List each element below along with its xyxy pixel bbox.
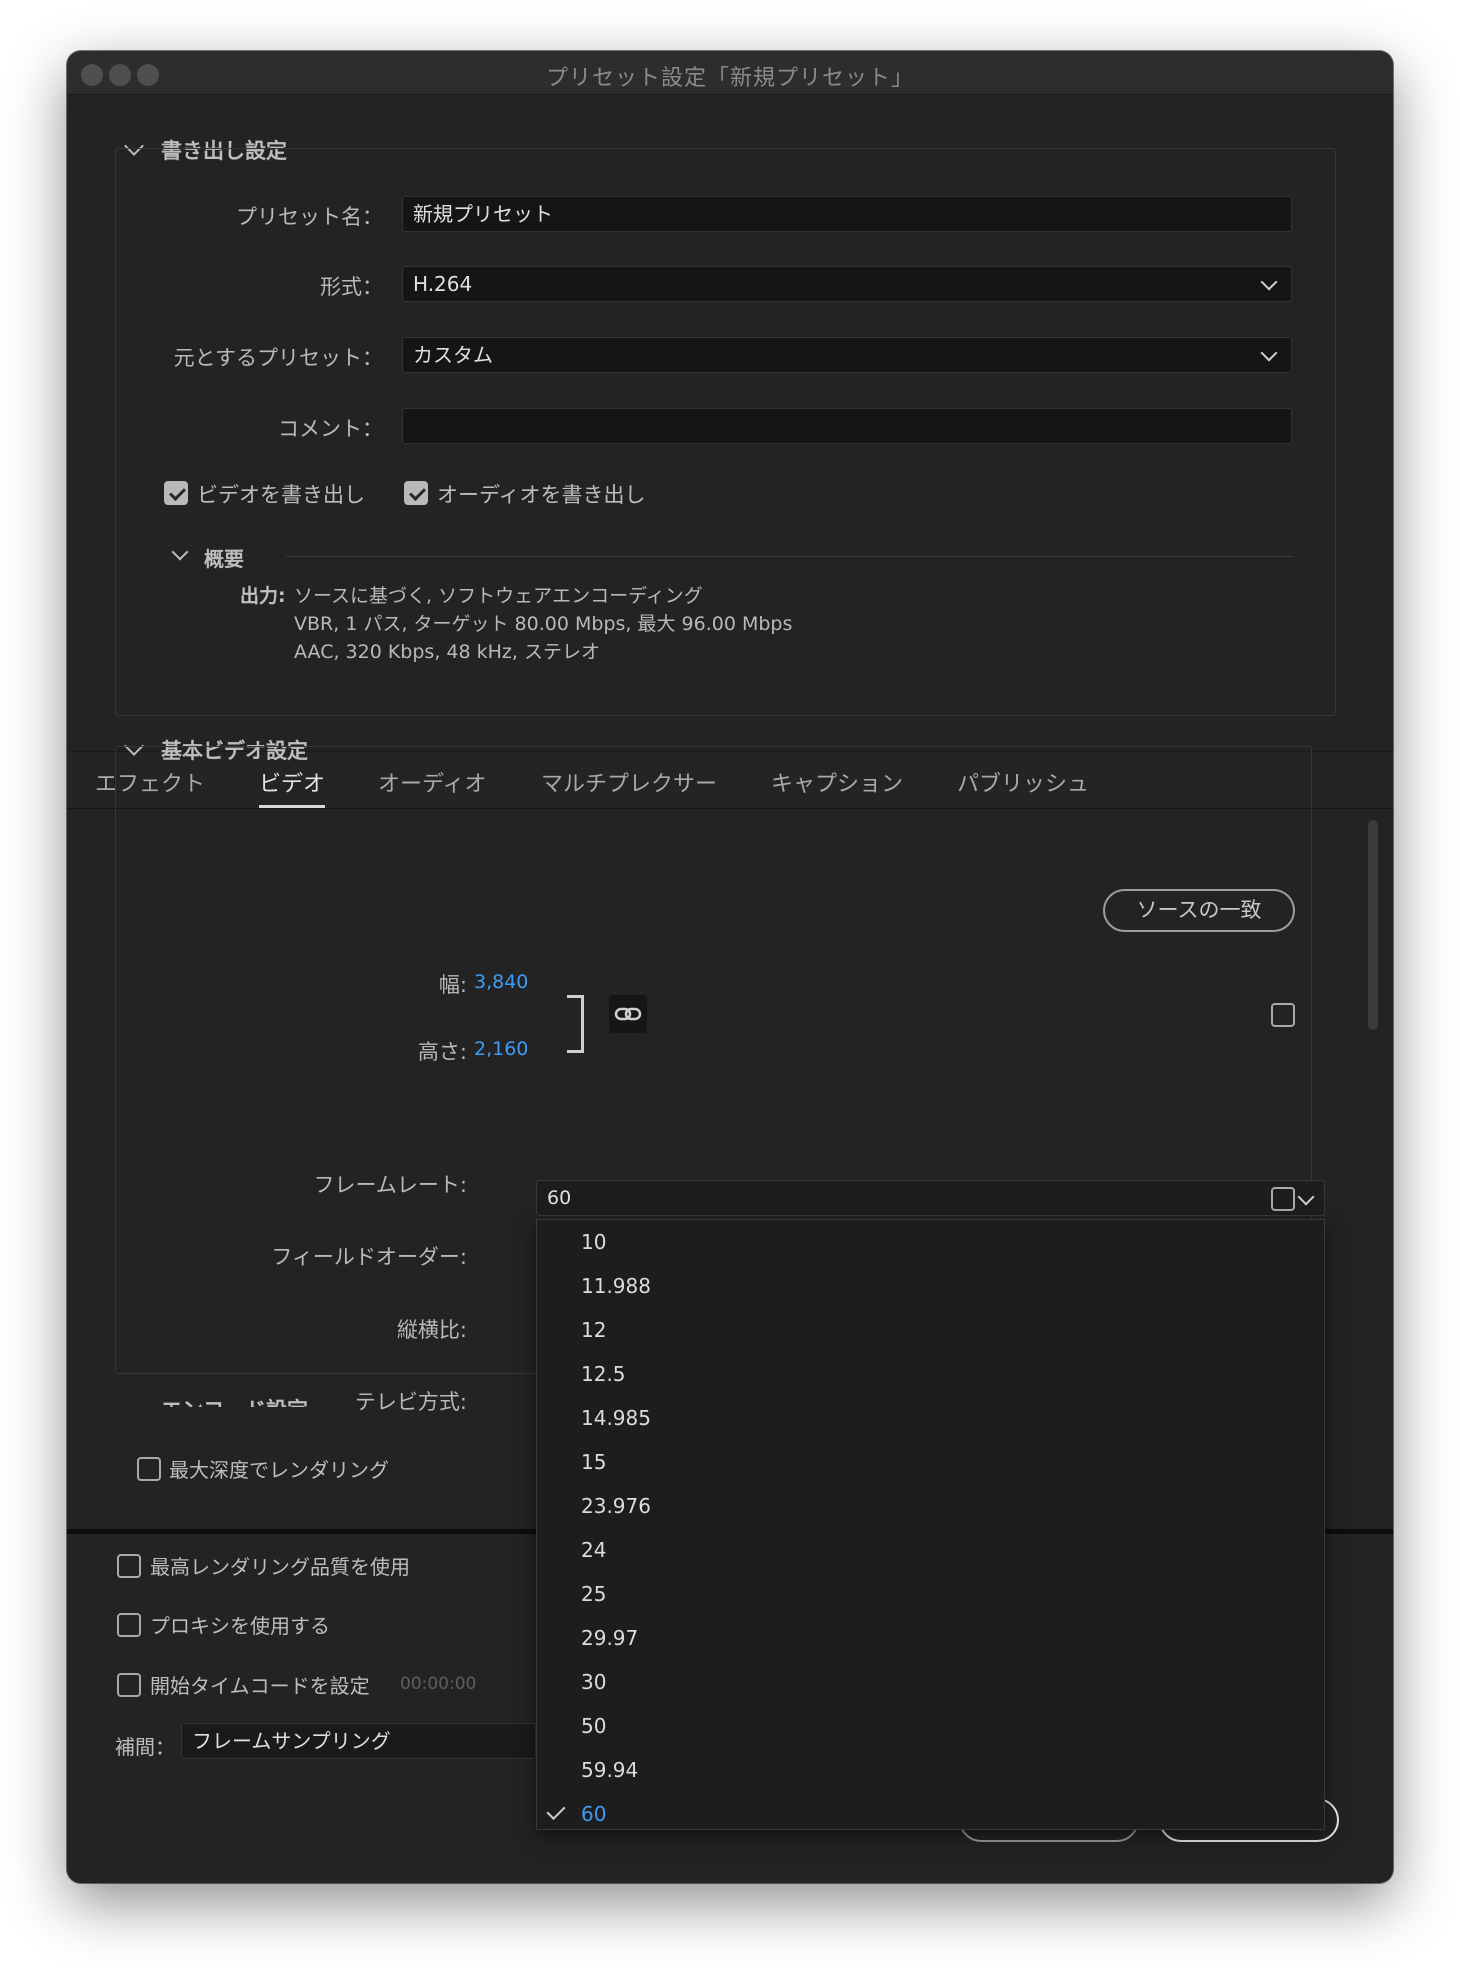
use-proxy-checkbox[interactable] bbox=[117, 1613, 141, 1637]
timecode-value[interactable]: 00:00:00 bbox=[400, 1674, 476, 1694]
divider bbox=[286, 556, 1294, 557]
menu-item[interactable]: 12.5 bbox=[581, 1362, 626, 1386]
menu-item-selected[interactable]: 60 bbox=[581, 1802, 606, 1826]
interpolation-label: 補間： bbox=[115, 1735, 175, 1759]
menu-item[interactable]: 14.985 bbox=[581, 1406, 651, 1430]
width-label: 幅: bbox=[438, 973, 467, 997]
set-timecode-checkbox[interactable] bbox=[117, 1673, 141, 1697]
frame-rate-dropdown-menu: 10 11.988 12 12.5 14.985 15 23.976 24 25… bbox=[536, 1219, 1325, 1830]
chevron-down-icon bbox=[171, 543, 189, 561]
scrollbar-thumb[interactable] bbox=[1368, 820, 1378, 1030]
preset-name-input[interactable]: 新規プリセット bbox=[402, 196, 1292, 232]
frame-rate-select-value: 60 bbox=[547, 1187, 572, 1209]
preset-settings-window: プリセット設定「新規プリセット」 書き出し設定 プリセット名： 新規プリセット … bbox=[67, 51, 1393, 1883]
menu-item[interactable]: 50 bbox=[581, 1714, 606, 1738]
format-label: 形式： bbox=[320, 275, 383, 299]
summary-line: VBR, 1 パス, ターゲット 80.00 Mbps, 最大 96.00 Mb… bbox=[294, 613, 793, 635]
menu-item[interactable]: 11.988 bbox=[581, 1274, 651, 1298]
menu-item[interactable]: 29.97 bbox=[581, 1626, 638, 1650]
menu-item[interactable]: 10 bbox=[581, 1230, 606, 1254]
render-max-depth-label: 最大深度でレンダリング bbox=[169, 1458, 389, 1482]
render-max-depth-checkbox[interactable] bbox=[137, 1457, 161, 1481]
interpolation-select[interactable]: フレームサンプリング bbox=[181, 1723, 536, 1759]
menu-item[interactable]: 30 bbox=[581, 1670, 606, 1694]
frame-rate-select[interactable]: 60 bbox=[536, 1180, 1325, 1216]
menu-item[interactable]: 12 bbox=[581, 1318, 606, 1342]
summary-line: AAC, 320 Kbps, 48 kHz, ステレオ bbox=[294, 641, 600, 663]
encode-settings-header-partial: エンコード設定 bbox=[127, 1389, 527, 1407]
summary-line: ソースに基づく, ソフトウェアエンコーディング bbox=[294, 585, 703, 607]
frame-rate-override-checkbox[interactable] bbox=[1271, 1187, 1295, 1211]
encode-settings-title: エンコード設定 bbox=[161, 1394, 308, 1407]
export-video-checkbox[interactable] bbox=[164, 481, 188, 505]
menu-item[interactable]: 24 bbox=[581, 1538, 606, 1562]
link-icon bbox=[614, 1007, 642, 1021]
frame-rate-label: フレームレート: bbox=[313, 1173, 467, 1197]
export-video-label: ビデオを書き出し bbox=[197, 483, 365, 507]
max-render-quality-checkbox[interactable] bbox=[117, 1554, 141, 1578]
height-value[interactable]: 2,160 bbox=[474, 1038, 528, 1060]
summary-title: 概要 bbox=[204, 547, 244, 571]
export-audio-checkbox[interactable] bbox=[404, 481, 428, 505]
height-label: 高さ: bbox=[417, 1040, 467, 1064]
format-select[interactable]: H.264 bbox=[402, 266, 1292, 302]
title-bar: プリセット設定「新規プリセット」 bbox=[67, 51, 1393, 95]
format-select-value: H.264 bbox=[413, 272, 473, 296]
field-order-label: フィールドオーダー: bbox=[271, 1245, 467, 1269]
menu-item[interactable]: 25 bbox=[581, 1582, 606, 1606]
window-title: プリセット設定「新規プリセット」 bbox=[545, 66, 914, 91]
base-preset-select-value: カスタム bbox=[413, 343, 493, 367]
export-audio-label: オーディオを書き出し bbox=[437, 483, 646, 507]
comment-label: コメント： bbox=[278, 417, 383, 441]
aspect-label: 縦横比: bbox=[396, 1318, 467, 1342]
scrollbar-track[interactable] bbox=[1365, 808, 1381, 1522]
menu-item[interactable]: 23.976 bbox=[581, 1494, 651, 1518]
menu-item[interactable]: 15 bbox=[581, 1450, 606, 1474]
constrain-link-button[interactable] bbox=[609, 995, 647, 1033]
comment-input[interactable] bbox=[402, 408, 1292, 444]
link-bracket bbox=[567, 995, 584, 1053]
menu-item[interactable]: 59.94 bbox=[581, 1758, 638, 1782]
base-preset-label: 元とするプリセット： bbox=[173, 346, 383, 370]
max-render-quality-label: 最高レンダリング品質を使用 bbox=[150, 1555, 410, 1579]
checkmark-icon bbox=[546, 1800, 566, 1821]
preset-name-label: プリセット名： bbox=[236, 205, 383, 229]
width-value[interactable]: 3,840 bbox=[474, 971, 528, 993]
chevron-down-icon bbox=[1260, 344, 1278, 362]
chevron-down-icon bbox=[1297, 1188, 1315, 1206]
match-source-button[interactable]: ソースの一致 bbox=[1103, 889, 1295, 932]
dimensions-override-checkbox[interactable] bbox=[1271, 1003, 1295, 1027]
summary-output-label: 出力: bbox=[240, 585, 286, 607]
use-proxy-label: プロキシを使用する bbox=[150, 1614, 330, 1638]
set-timecode-label: 開始タイムコードを設定 bbox=[150, 1674, 370, 1698]
base-preset-select[interactable]: カスタム bbox=[402, 337, 1292, 373]
chevron-down-icon bbox=[1260, 273, 1278, 291]
summary-header[interactable]: 概要 bbox=[171, 543, 1294, 571]
